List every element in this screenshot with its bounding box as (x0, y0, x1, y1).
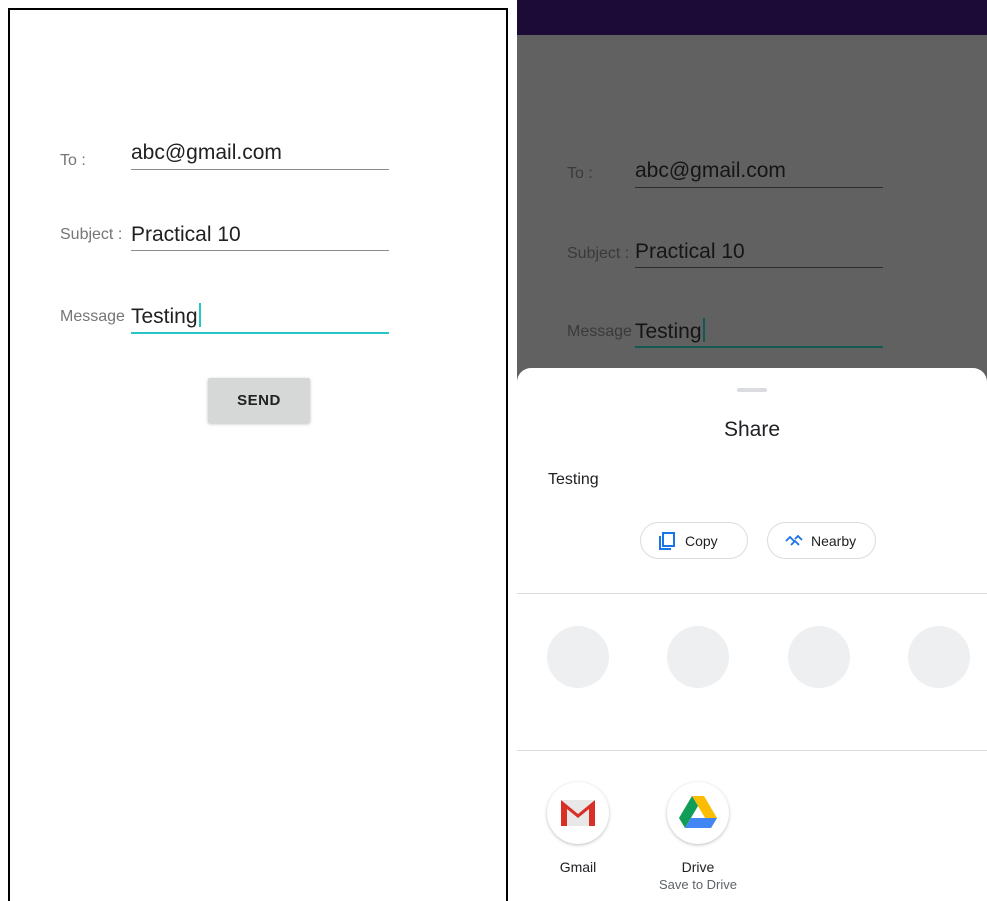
gmail-label: Gmail (559, 859, 597, 875)
subject-field: Practical 10 (635, 240, 745, 263)
share-screen: To : abc@gmail.com Subject : Practical 1… (517, 0, 987, 901)
to-field[interactable]: abc@gmail.com (131, 141, 282, 165)
direct-share-placeholder (547, 626, 609, 688)
drive-app[interactable]: Drive Save to Drive (648, 782, 748, 892)
to-field-underline (635, 187, 883, 188)
nearby-label: Nearby (811, 532, 857, 549)
drive-sublabel: Save to Drive (658, 877, 738, 892)
copy-button[interactable]: Copy (640, 522, 748, 559)
subject-label: Subject : (567, 245, 630, 262)
drive-label: Drive (681, 859, 715, 875)
status-bar (517, 0, 987, 35)
to-label: To : (567, 165, 593, 182)
message-text: Testing (635, 320, 702, 343)
subject-field-underline (131, 250, 389, 251)
direct-share-placeholder (908, 626, 970, 688)
subject-field[interactable]: Practical 10 (131, 223, 241, 247)
send-button[interactable]: SEND (208, 378, 310, 423)
copy-label: Copy (685, 532, 718, 549)
share-sheet: Share Testing Copy Nearby Gmail Drive Sa… (517, 368, 987, 901)
message-field[interactable]: Testing (131, 303, 201, 329)
to-label: To : (60, 152, 86, 169)
divider (517, 750, 987, 751)
text-cursor (198, 303, 201, 327)
message-field-underline (131, 332, 389, 334)
gmail-icon (547, 782, 609, 844)
divider (517, 593, 987, 594)
to-field: abc@gmail.com (635, 159, 786, 182)
subject-field-underline (635, 267, 883, 268)
nearby-button[interactable]: Nearby (767, 522, 876, 559)
nearby-icon (785, 534, 803, 547)
email-form-screen: To : abc@gmail.com Subject : Practical 1… (8, 8, 508, 901)
drive-icon (667, 782, 729, 844)
share-sheet-title: Share (723, 418, 781, 441)
drag-handle[interactable] (737, 388, 767, 392)
direct-share-placeholder (788, 626, 850, 688)
message-text: Testing (131, 305, 198, 328)
shared-text-preview: Testing (548, 471, 599, 488)
direct-share-placeholder (667, 626, 729, 688)
message-field: Testing (635, 318, 705, 344)
message-label: Message (60, 308, 125, 325)
to-field-underline (131, 169, 389, 170)
message-field-underline (635, 346, 883, 348)
gmail-app[interactable]: Gmail (528, 782, 628, 875)
subject-label: Subject : (60, 226, 123, 243)
copy-icon (657, 531, 677, 551)
message-label: Message (567, 323, 632, 340)
text-cursor (702, 318, 705, 342)
